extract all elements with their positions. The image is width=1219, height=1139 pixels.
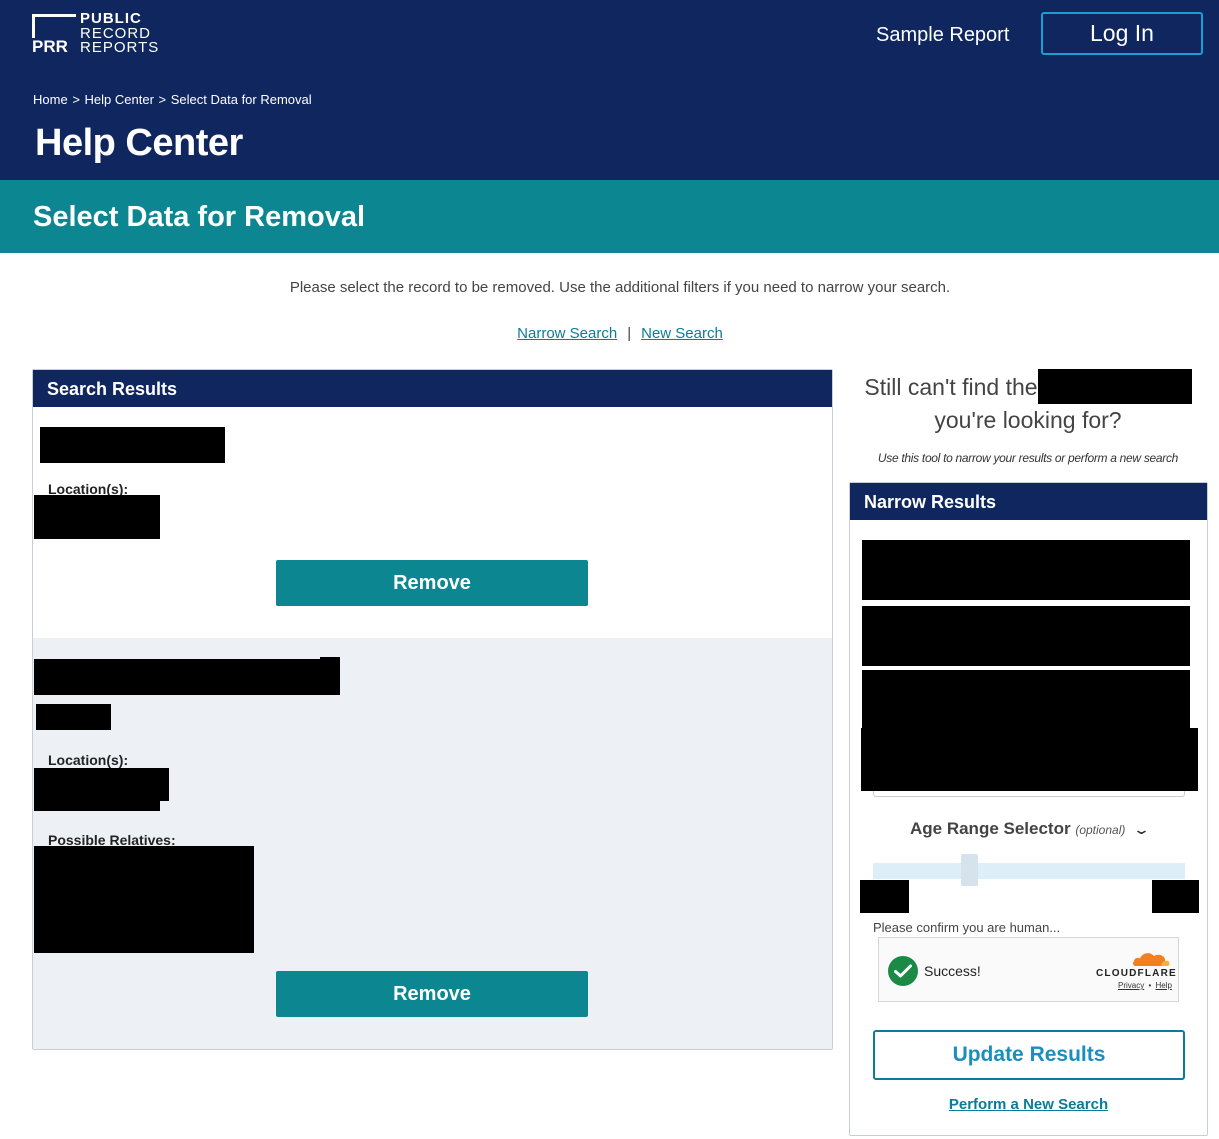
breadcrumb-separator: >	[72, 92, 80, 107]
breadcrumb-home[interactable]: Home	[33, 92, 68, 107]
redacted-filter-field[interactable]	[862, 540, 1190, 600]
narrow-results-panel: Narrow Results Age Range Selector (optio…	[849, 482, 1208, 1136]
breadcrumb: Home > Help Center > Select Data for Rem…	[33, 90, 313, 110]
redacted-name	[40, 427, 225, 463]
age-range-optional: (optional)	[1075, 823, 1126, 837]
redacted-term	[1037, 369, 1192, 404]
logo-mark: PRR	[32, 37, 70, 56]
redacted-location-part	[34, 798, 160, 811]
captcha-privacy-link[interactable]: Privacy	[1118, 981, 1144, 990]
new-search-link[interactable]: New Search	[641, 325, 723, 342]
search-results-heading: Search Results	[33, 370, 832, 407]
captcha-links: Privacy • Help	[1118, 981, 1172, 991]
site-logo[interactable]: PRR PUBLIC RECORD REPORTS	[32, 11, 158, 58]
breadcrumb-separator: >	[158, 92, 167, 107]
perform-new-search-link[interactable]: Perform a New Search	[850, 1095, 1207, 1115]
intro-text: Please select the record to be removed. …	[289, 279, 951, 296]
redacted-filter-field[interactable]	[861, 728, 1198, 791]
still-line-1-text: Still can't find the	[864, 374, 1038, 400]
still-cant-find-heading: Still can't find the you're looking for?	[850, 369, 1206, 436]
location-label: Location(s):	[48, 752, 129, 768]
narrow-search-link[interactable]: Narrow Search	[517, 325, 617, 342]
page-title: Help Center	[35, 122, 243, 164]
slider-handle[interactable]	[961, 854, 978, 886]
remove-button[interactable]: Remove	[276, 560, 588, 606]
logo-wordmark: PUBLIC RECORD REPORTS	[80, 11, 160, 56]
confirm-human-text: Please confirm you are human...	[873, 920, 1061, 935]
checkmark-icon	[888, 956, 918, 986]
breadcrumb-current: Select Data for Removal	[170, 92, 312, 107]
update-results-button[interactable]: Update Results	[873, 1030, 1185, 1080]
age-range-slider[interactable]	[873, 863, 1185, 879]
search-results-panel: Search Results Location(s): Remove Locat…	[32, 369, 833, 1050]
redacted-filter-field[interactable]	[862, 670, 1190, 730]
captcha-link-dot: •	[1148, 981, 1152, 990]
breadcrumb-help-center[interactable]: Help Center	[85, 92, 154, 107]
section-title: Select Data for Removal	[33, 201, 366, 233]
sample-report-link[interactable]: Sample Report	[876, 22, 1009, 48]
cloudflare-cloud-icon	[1132, 953, 1170, 966]
login-button[interactable]: Log In	[1041, 12, 1203, 55]
redacted-max-age	[1152, 880, 1199, 913]
redacted-location	[34, 768, 169, 801]
redacted-name-part	[320, 657, 340, 695]
redacted-location	[34, 495, 160, 539]
redacted-name	[34, 659, 323, 695]
remove-button[interactable]: Remove	[276, 971, 588, 1017]
captcha-widget[interactable]: Success! CLOUDFLARE Privacy • Help	[878, 937, 1179, 1002]
search-links: Narrow Search | New Search	[0, 324, 1219, 344]
chevron-down-icon: ⌄	[1132, 822, 1151, 837]
captcha-status: Success!	[924, 963, 981, 979]
redacted-relatives	[34, 846, 254, 953]
redacted-filter-field[interactable]	[862, 606, 1190, 666]
logo-line-reports: REPORTS	[80, 39, 160, 56]
captcha-help-link[interactable]: Help	[1156, 981, 1172, 990]
still-line-2: you're looking for?	[934, 407, 1122, 433]
narrow-results-heading: Narrow Results	[850, 483, 1207, 520]
link-separator: |	[627, 325, 632, 342]
redacted-min-age	[860, 880, 909, 913]
cloudflare-brand: CLOUDFLARE	[1096, 968, 1177, 979]
age-range-selector-toggle[interactable]: Age Range Selector (optional) ⌄	[850, 817, 1207, 842]
still-line-1: Still can't find the	[850, 369, 1206, 404]
age-range-label: Age Range Selector	[909, 819, 1071, 838]
redacted-age	[36, 704, 111, 730]
still-subtitle: Use this tool to narrow your results or …	[877, 451, 1179, 465]
